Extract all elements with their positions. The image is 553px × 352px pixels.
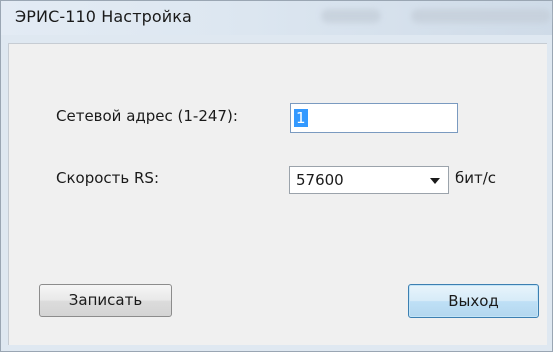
background-title-blur xyxy=(321,9,381,23)
network-address-input[interactable]: 1 xyxy=(290,103,458,133)
rs-speed-unit: бит/с xyxy=(455,169,497,187)
settings-dialog: ЭРИС-110 Настройка Сетевой адрес (1-247)… xyxy=(0,0,553,352)
rs-speed-select[interactable]: 57600 xyxy=(289,166,449,194)
network-address-label: Сетевой адрес (1-247): xyxy=(56,107,238,125)
dialog-client-area: Сетевой адрес (1-247): 1 Скорость RS: 57… xyxy=(8,43,547,345)
background-title-blur xyxy=(411,9,551,23)
exit-button[interactable]: Выход xyxy=(408,284,539,318)
rs-speed-value: 57600 xyxy=(296,171,344,189)
window-title: ЭРИС-110 Настройка xyxy=(15,7,192,26)
title-bar[interactable]: ЭРИС-110 Настройка xyxy=(1,1,552,35)
network-address-value: 1 xyxy=(294,109,308,127)
chevron-down-icon[interactable] xyxy=(430,178,440,184)
rs-speed-label: Скорость RS: xyxy=(56,169,160,187)
write-button[interactable]: Записать xyxy=(39,284,172,317)
